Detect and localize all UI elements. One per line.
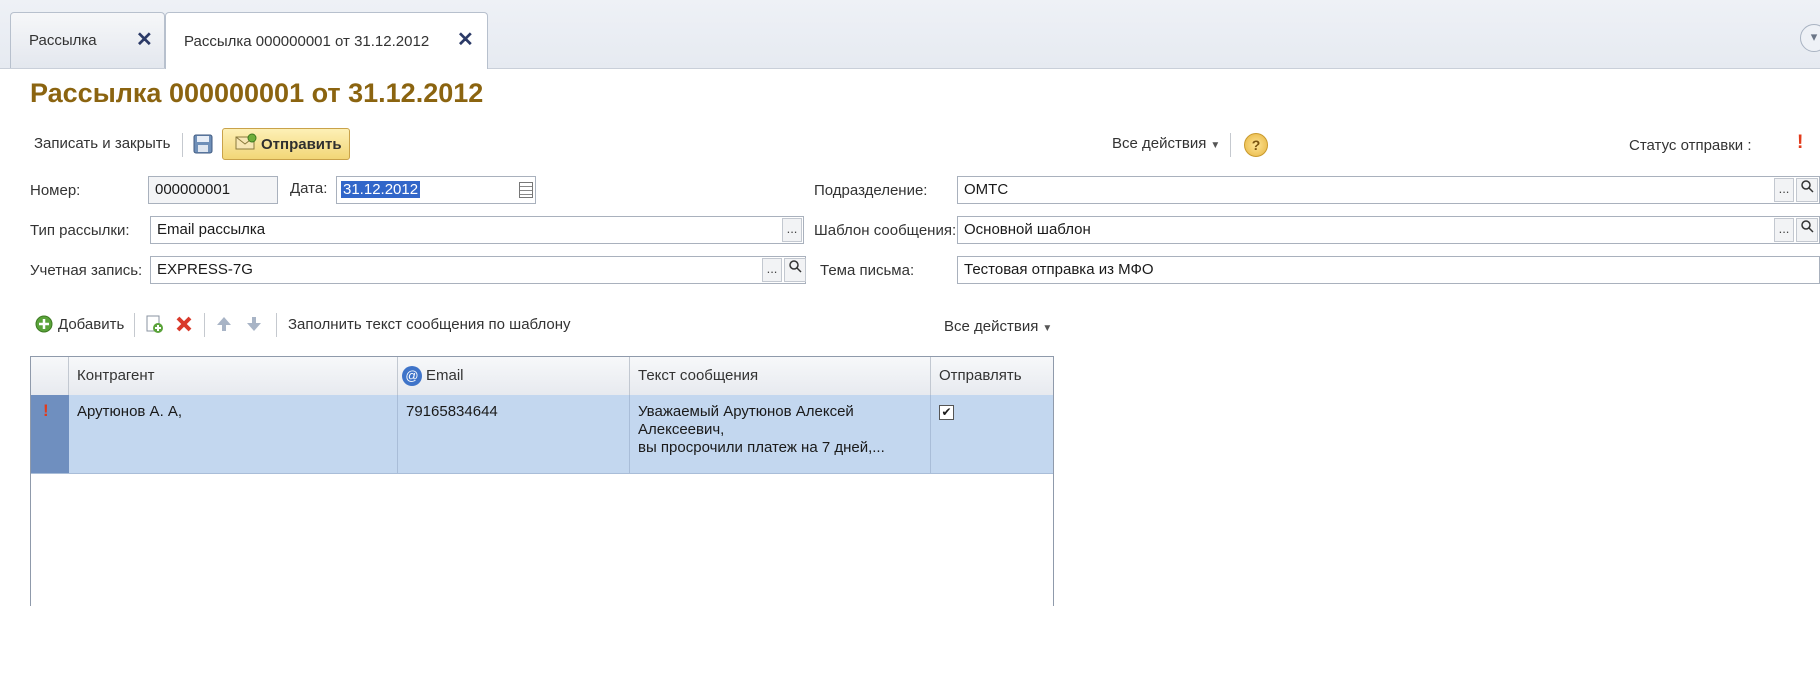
arrow-down-icon[interactable] <box>244 314 268 338</box>
subject-label: Тема письма: <box>820 262 915 279</box>
account-label: Учетная запись: <box>30 262 143 279</box>
date-value: 31.12.2012 <box>341 181 421 198</box>
cell-send: ✔ <box>931 395 1053 473</box>
table-header: Контрагент @ Email Текст сообщения Отправ… <box>31 357 1053 396</box>
all-actions-menu[interactable]: Все действия ▼ <box>1112 135 1220 152</box>
recipients-table: Контрагент @ Email Текст сообщения Отправ… <box>30 356 1054 606</box>
caret-down-icon: ▼ <box>1042 323 1053 334</box>
message-line: Уважаемый Арутюнов Алексей <box>638 403 854 420</box>
send-status-indicator: ! <box>1797 132 1804 153</box>
copy-icon[interactable] <box>144 314 168 338</box>
template-field[interactable]: Основной шаблон <box>957 216 1820 244</box>
mailing-type-select-button[interactable]: ... <box>782 218 802 242</box>
separator <box>1230 133 1231 157</box>
search-icon[interactable] <box>1796 218 1818 242</box>
fill-by-template-button[interactable]: Заполнить текст сообщения по шаблону <box>288 316 571 333</box>
error-mark: ! <box>43 401 49 420</box>
tab-mailing-document[interactable]: Рассылка 000000001 от 31.12.2012 ✕ <box>165 12 488 69</box>
cell-counterparty[interactable]: Арутюнов А. А, <box>69 395 398 473</box>
separator <box>182 133 183 157</box>
caret-down-icon: ▼ <box>1210 140 1221 151</box>
number-label: Номер: <box>30 182 81 199</box>
close-icon[interactable]: ✕ <box>136 27 153 52</box>
mailing-type-field[interactable]: Email рассылка <box>150 216 804 244</box>
date-label: Дата: <box>290 180 328 197</box>
send-label: Отправить <box>261 135 342 153</box>
send-button[interactable]: Отправить <box>222 128 350 160</box>
column-header-send[interactable]: Отправлять <box>931 357 1053 395</box>
chevron-down-icon[interactable]: ▾ <box>1800 24 1820 52</box>
column-label: Email <box>426 367 464 384</box>
separator <box>276 313 277 337</box>
division-select-button[interactable]: ... <box>1774 178 1794 202</box>
header-marker <box>31 357 69 395</box>
cell-email[interactable]: 79165834644 <box>398 395 630 473</box>
all-actions-label: Все действия <box>944 318 1039 335</box>
account-field[interactable]: EXPRESS-7G <box>150 256 806 284</box>
division-field[interactable]: ОМТС <box>957 176 1820 204</box>
page-title: Рассылка 000000001 от 31.12.2012 <box>30 78 484 108</box>
search-icon[interactable] <box>1796 178 1818 202</box>
separator <box>204 313 205 337</box>
add-icon[interactable] <box>34 314 58 338</box>
mailing-type-label: Тип рассылки: <box>30 222 130 239</box>
help-icon[interactable]: ? <box>1244 133 1268 157</box>
template-label: Шаблон сообщения: <box>814 222 957 239</box>
save-icon[interactable] <box>192 133 216 157</box>
at-icon: @ <box>402 366 422 387</box>
send-checkbox[interactable]: ✔ <box>939 405 954 420</box>
tab-bar: Рассылка ✕ Рассылка 000000001 от 31.12.2… <box>0 0 1820 69</box>
column-header-message-text[interactable]: Текст сообщения <box>630 357 931 395</box>
close-icon[interactable]: ✕ <box>457 27 474 52</box>
message-line: Алексеевич, <box>638 421 725 438</box>
subject-field[interactable]: Тестовая отправка из МФО <box>957 256 1820 284</box>
number-field[interactable]: 000000001 <box>148 176 278 204</box>
division-label: Подразделение: <box>814 182 928 199</box>
message-line: вы просрочили платеж на 7 дней,... <box>638 439 885 456</box>
arrow-up-icon[interactable] <box>214 314 238 338</box>
date-field[interactable]: 31.12.2012 <box>336 176 536 204</box>
table-all-actions-menu[interactable]: Все действия ▼ <box>944 318 1052 335</box>
delete-icon[interactable] <box>174 314 198 338</box>
template-select-button[interactable]: ... <box>1774 218 1794 242</box>
account-select-button[interactable]: ... <box>762 258 782 282</box>
separator <box>134 313 135 337</box>
table-row[interactable]: ! Арутюнов А. А, 79165834644 Уважаемый А… <box>31 395 1053 474</box>
send-status-label: Статус отправки : <box>1629 137 1752 154</box>
tab-label: Рассылка <box>29 32 97 49</box>
all-actions-label: Все действия <box>1112 135 1207 152</box>
column-header-email[interactable]: @ Email <box>398 357 630 395</box>
calendar-icon[interactable] <box>519 182 533 198</box>
search-icon[interactable] <box>784 258 806 282</box>
save-and-close-button[interactable]: Записать и закрыть <box>34 135 170 152</box>
tab-mailing-list[interactable]: Рассылка ✕ <box>10 12 165 68</box>
add-button[interactable]: Добавить <box>58 316 124 333</box>
row-marker: ! <box>31 395 69 473</box>
cell-message-text[interactable]: Уважаемый Арутюнов Алексей Алексеевич, в… <box>630 395 931 473</box>
column-header-counterparty[interactable]: Контрагент <box>69 357 398 395</box>
tab-label: Рассылка 000000001 от 31.12.2012 <box>184 32 430 50</box>
send-icon <box>235 133 257 155</box>
